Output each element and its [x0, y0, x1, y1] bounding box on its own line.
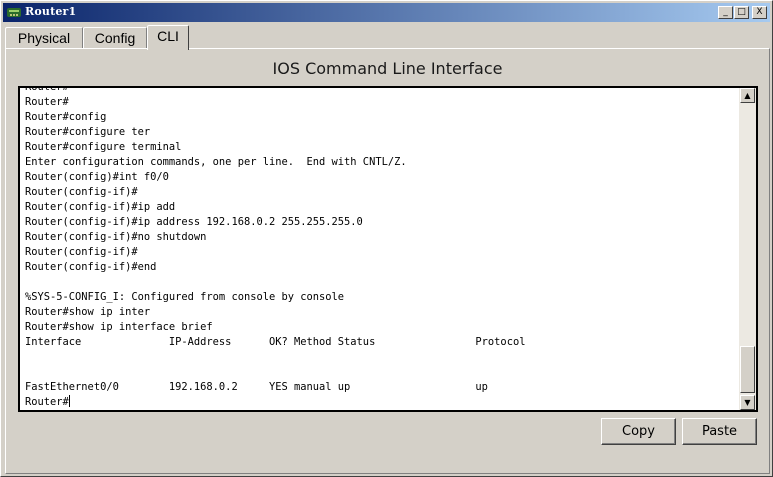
tab-cli[interactable]: CLI [147, 25, 189, 50]
console-output[interactable]: Router# Router# Router#config Router#config… [25, 86, 733, 410]
console-line: Router(config-if)# [25, 186, 138, 198]
panel-heading: IOS Command Line Interface [272, 59, 503, 78]
title-bar[interactable]: Router1 _ □ X [3, 3, 770, 22]
console-line: Router#configure ter [25, 126, 151, 138]
maximize-icon: □ [737, 7, 746, 17]
scroll-down-button[interactable]: ▼ [740, 395, 755, 410]
console-line: Router# [25, 86, 69, 93]
console-line: Router(config-if)#no shutdown [25, 231, 207, 243]
arrow-down-icon: ▼ [744, 398, 751, 407]
maximize-button[interactable]: □ [734, 6, 749, 19]
cli-panel: IOS Command Line Interface Router# Router… [5, 48, 770, 474]
console-scrollbar[interactable]: ▲ ▼ [739, 88, 756, 410]
cli-console[interactable]: Router# Router# Router#config Router#config… [18, 86, 758, 412]
close-icon: X [756, 7, 763, 17]
router-window: Router1 _ □ X Physical Config CLI IOS Co… [0, 0, 773, 477]
console-line: Router# [25, 96, 69, 108]
minimize-icon: _ [723, 7, 728, 17]
tab-physical[interactable]: Physical [5, 27, 83, 49]
tab-config[interactable]: Config [83, 27, 147, 49]
console-line: Enter configuration commands, one per li… [25, 156, 407, 168]
scroll-thumb[interactable] [740, 346, 755, 393]
console-line: Router# [25, 395, 70, 408]
paste-button[interactable]: Paste [682, 418, 757, 445]
console-line: Router#show ip inter [25, 306, 151, 318]
console-line: Interface IP-Address OK? Method Status P… [25, 336, 526, 348]
arrow-up-icon: ▲ [744, 91, 751, 100]
window-title: Router1 [25, 5, 77, 18]
console-line: Router#configure terminal [25, 141, 182, 153]
router-app-icon [7, 8, 21, 17]
text-cursor [68, 395, 70, 407]
console-line: Router(config)#int f0/0 [25, 171, 169, 183]
tab-strip: Physical Config CLI [5, 25, 305, 50]
console-line: Router#config [25, 111, 107, 123]
minimize-button[interactable]: _ [718, 6, 733, 19]
copy-button[interactable]: Copy [601, 418, 676, 445]
console-line: Router(config-if)#ip add [25, 201, 176, 213]
console-line: Router(config-if)#ip address 192.168.0.2… [25, 216, 363, 228]
close-button[interactable]: X [752, 6, 767, 19]
scroll-up-button[interactable]: ▲ [740, 88, 755, 103]
console-line: Router(config-if)# [25, 246, 138, 258]
console-line: %SYS-5-CONFIG_I: Configured from console… [25, 291, 345, 303]
console-line: FastEthernet0/0 192.168.0.2 YES manual u… [25, 381, 488, 393]
console-line: Router(config-if)#end [25, 261, 157, 273]
console-line: Router#show ip interface brief [25, 321, 213, 333]
